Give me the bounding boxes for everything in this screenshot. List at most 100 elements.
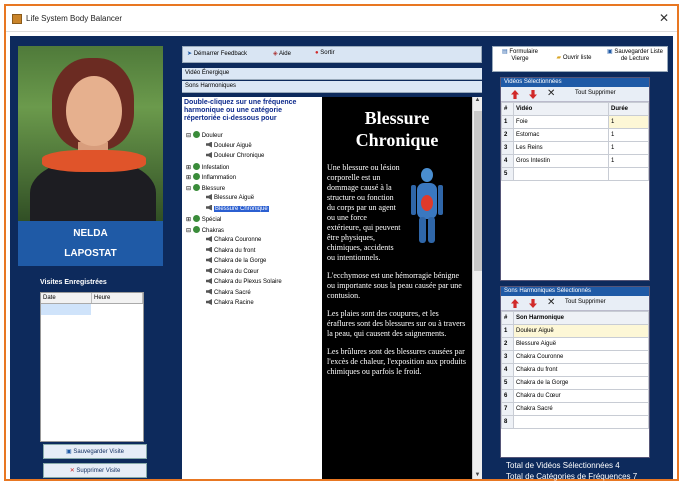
frequency-tree[interactable]: ⊟ Douleur Douleur Aiguë Douleur Chronique ⊞… <box>182 127 322 479</box>
delete-visit-button[interactable]: ✕ Supprimer Visite <box>43 463 147 478</box>
start-feedback-button[interactable]: ➤ Démarrer Feedback <box>187 50 247 57</box>
move-down-icon[interactable] <box>529 299 537 308</box>
category-icon <box>192 173 200 180</box>
column-header[interactable]: # <box>501 102 514 116</box>
tree-item[interactable]: Douleur Aiguë <box>206 141 252 149</box>
tree-item[interactable]: Blessure Aiguë <box>206 194 254 201</box>
tree-item[interactable]: Douleur Chronique <box>206 152 264 159</box>
table-row[interactable]: 4 Gros Intestin 1 <box>501 154 649 168</box>
remove-icon[interactable]: ✕ <box>547 297 555 308</box>
total-videos: Total de Vidéos Sélectionnées 4 <box>506 461 620 470</box>
tree-category[interactable]: ⊟ Chakras <box>186 225 224 234</box>
table-cell: 3 <box>501 350 514 364</box>
tree-item[interactable]: Chakra du Cœur <box>206 267 259 275</box>
speaker-icon <box>206 152 212 158</box>
table-cell: 7 <box>501 402 514 416</box>
expand-icon[interactable]: ⊞ <box>186 217 193 223</box>
scroll-thumb[interactable] <box>474 111 482 271</box>
tree-item[interactable]: Chakra du front <box>206 246 255 254</box>
category-icon <box>192 215 200 222</box>
table-row[interactable]: 1 Foie 1 <box>501 115 649 129</box>
table-cell: 4 <box>501 154 514 168</box>
help-button[interactable]: ◈ Aide <box>273 50 291 57</box>
article-title-line1: Blessure <box>364 108 430 128</box>
visits-col-time[interactable]: Heure <box>92 293 143 303</box>
article-scrollbar[interactable]: ▲ ▼ <box>472 97 482 479</box>
table-row[interactable]: 8 <box>501 415 649 429</box>
expand-icon[interactable]: ⊞ <box>186 175 193 181</box>
tree-item-label: Chakra de la Gorge <box>214 258 267 264</box>
videos-delete-all-button[interactable]: Tout Supprimer <box>575 90 616 96</box>
table-row[interactable]: 3 Chakra Couronne <box>501 350 649 364</box>
speaker-icon <box>206 236 212 242</box>
collapse-icon[interactable]: ⊟ <box>186 228 193 234</box>
instructions-text: Double-cliquez sur une fréquence harmoni… <box>182 97 322 127</box>
tree-category[interactable]: ⊞ Spécial <box>186 215 221 223</box>
table-row[interactable]: 5 Chakra de la Gorge <box>501 376 649 390</box>
table-row[interactable]: 3 Les Reins 1 <box>501 141 649 155</box>
tree-item[interactable]: Chakra de la Gorge <box>206 257 266 264</box>
speaker-icon <box>206 204 212 211</box>
client-last-name: LAPOSTAT <box>64 248 117 259</box>
move-up-icon[interactable] <box>511 90 519 99</box>
tree-item-label: Inflammation <box>201 175 237 181</box>
table-cell: Gros Intestin <box>513 154 609 168</box>
visits-col-date[interactable]: Date <box>41 293 92 303</box>
table-row[interactable]: 2 Estomac 1 <box>501 128 649 142</box>
tree-category[interactable]: ⊞ Infestation <box>186 162 230 171</box>
videos-table[interactable]: # Vidéo Durée 1 Foie 1 2 Estomac 1 3 Les Reins 1 4 Gr… <box>501 102 649 181</box>
remove-icon[interactable]: ✕ <box>547 88 555 99</box>
tree-item[interactable]: Blessure Chronique <box>206 204 269 212</box>
collapse-icon[interactable]: ⊟ <box>186 186 193 192</box>
sounds-delete-all-button[interactable]: Tout Supprimer <box>565 299 606 305</box>
save-playlist-button[interactable]: ▣ Sauvegarder Liste de Lecture <box>603 49 667 63</box>
tree-item-label: Chakra Couronne <box>214 237 262 243</box>
visits-selected-row[interactable] <box>41 304 91 315</box>
visits-table[interactable]: Date Heure <box>40 292 144 442</box>
table-row[interactable]: 1 Douleur Aiguë <box>501 324 649 338</box>
app-icon <box>12 14 22 24</box>
save-visit-button[interactable]: ▣ Sauvegarder Visite <box>43 444 147 459</box>
table-row[interactable]: 6 Chakra du Cœur <box>501 389 649 403</box>
table-cell: 1 <box>501 115 514 129</box>
blank-form-button[interactable]: ▤ Formulaire Vierge <box>495 49 545 63</box>
tree-item[interactable]: Chakra Couronne <box>206 236 261 243</box>
tree-item[interactable]: Chakra du Plexus Solaire <box>206 278 282 285</box>
close-icon[interactable]: ✕ <box>659 11 669 25</box>
article-panel: Blessure Chronique Une blessure ou lésion… <box>322 97 472 479</box>
table-row[interactable]: 5 <box>501 167 649 181</box>
table-cell <box>513 415 649 429</box>
move-down-icon[interactable] <box>529 90 537 99</box>
tree-category[interactable]: ⊟ Blessure <box>186 183 225 192</box>
videos-band[interactable]: Vidéo Énergique <box>182 68 482 80</box>
tree-item[interactable]: Chakra Racine <box>206 299 254 306</box>
exit-button[interactable]: ● Sortir <box>315 50 335 56</box>
expand-icon[interactable]: ⊞ <box>186 165 193 171</box>
speaker-icon <box>206 141 212 148</box>
tree-item-label: Blessure Aiguë <box>214 195 255 201</box>
column-header[interactable]: Son Harmonique <box>513 311 649 325</box>
scroll-down-icon[interactable]: ▼ <box>473 472 482 478</box>
table-row[interactable]: 4 Chakra du front <box>501 363 649 377</box>
column-header[interactable]: Vidéo <box>513 102 609 116</box>
column-header[interactable]: Durée <box>608 102 649 116</box>
table-row[interactable]: 2 Blessure Aiguë <box>501 337 649 351</box>
tree-category[interactable]: ⊟ Douleur <box>186 131 223 139</box>
move-up-icon[interactable] <box>511 299 519 308</box>
table-cell: 2 <box>501 128 514 142</box>
table-cell: 5 <box>501 376 514 390</box>
scroll-up-icon[interactable]: ▲ <box>473 97 482 103</box>
sounds-band[interactable]: Sons Harmoniques <box>182 81 482 93</box>
tree-item-label: Infestation <box>201 164 230 171</box>
collapse-icon[interactable]: ⊟ <box>186 133 193 139</box>
sounds-panel: Sons Harmoniques Sélectionnés ✕ Tout Sup… <box>500 286 650 458</box>
table-row[interactable]: 7 Chakra Sacré <box>501 402 649 416</box>
sounds-table[interactable]: # Son Harmonique 1 Douleur Aiguë 2 Blessure A… <box>501 311 649 429</box>
tree-category[interactable]: ⊞ Inflammation <box>186 173 236 181</box>
open-list-button[interactable]: ▰ Ouvrir liste <box>549 55 599 62</box>
table-cell: Chakra Sacré <box>513 402 649 416</box>
speaker-icon <box>206 288 212 295</box>
tree-item[interactable]: Chakra Sacré <box>206 288 251 296</box>
stop-icon: ● <box>315 50 319 56</box>
column-header[interactable]: # <box>501 311 514 325</box>
